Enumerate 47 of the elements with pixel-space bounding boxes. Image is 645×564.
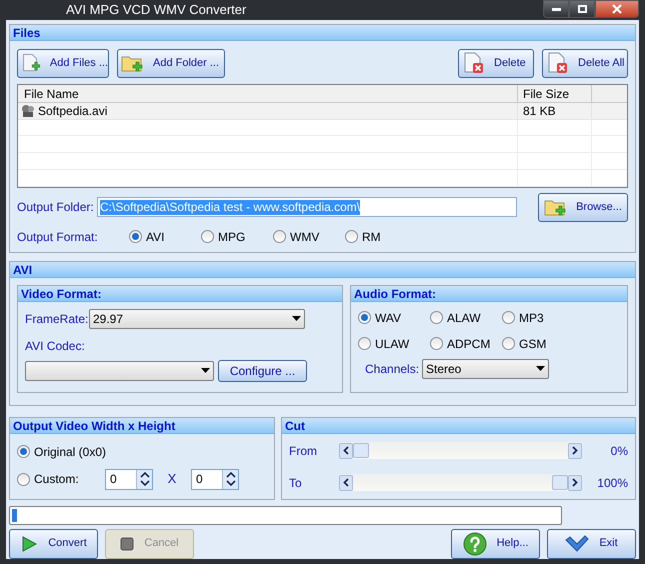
table-cell-text: 81 KB (523, 102, 556, 120)
radio-option[interactable]: AVI (129, 228, 201, 246)
dropdown[interactable]: Stereo (422, 358, 549, 378)
slider-label: To (289, 474, 303, 492)
table-cell-text: Softpedia.avi (38, 102, 108, 120)
field-label: AVI Codec: (25, 338, 86, 354)
panel-header: Cut (282, 418, 635, 434)
radio-option[interactable]: MPG (201, 228, 273, 246)
panel-header: Video Format: (18, 286, 342, 302)
toolbar-button[interactable]: Convert (9, 528, 98, 558)
dropdown[interactable]: 29.97 (89, 308, 305, 328)
field-label: Output Folder: (17, 199, 95, 216)
panel-header: Output Video Width x Height (10, 418, 274, 434)
radio-option[interactable]: GSM (502, 334, 562, 352)
slider-label: From (289, 442, 318, 460)
toolbar-button[interactable]: Help... (451, 528, 540, 558)
radio-option[interactable]: ULAW (358, 334, 430, 352)
toolbar-button[interactable]: Exit (547, 528, 636, 558)
panel-header: Audio Format: (351, 286, 627, 302)
radio-option[interactable]: ALAW (430, 308, 502, 326)
radio-option[interactable]: MP3 (502, 308, 562, 326)
radio-option[interactable]: Original (0x0) (17, 442, 267, 460)
spin-field[interactable]: 0 (105, 468, 153, 490)
radio-option[interactable]: RM (345, 228, 417, 246)
selected-text: C:\Softpedia\Softpedia test - www.softpedia.com\ (100, 200, 360, 214)
slider-reading: 0% (610, 442, 628, 460)
radio-option[interactable]: WAV (358, 308, 430, 326)
toolbar-button[interactable]: Add Files ... (17, 48, 109, 78)
configure-button[interactable]: Configure ... (218, 360, 307, 382)
radio-option[interactable]: Custom: (17, 470, 105, 488)
times-sign: X (166, 470, 178, 488)
column-header[interactable]: File Name (18, 84, 518, 102)
column-header[interactable]: File Size (518, 84, 592, 102)
field-label: Channels: (365, 360, 420, 378)
field-label: Output Format: (17, 228, 99, 246)
radio-option[interactable]: WMV (273, 228, 345, 246)
toolbar-button[interactable]: Delete All (542, 48, 628, 78)
panel-header: AVI (10, 262, 635, 278)
toolbar-button[interactable]: Add Folder ... (117, 48, 225, 78)
toolbar-button[interactable]: Browse... (538, 192, 628, 222)
field-label: FrameRate: (25, 310, 89, 328)
toolbar-button[interactable]: Delete (458, 48, 534, 78)
slider-reading: 100% (596, 474, 628, 492)
window-title: AVI MPG VCD WMV Converter (65, 1, 246, 19)
radio-option[interactable]: ADPCM (430, 334, 502, 352)
panel-header: Files (10, 24, 635, 40)
spin-field[interactable]: 0 (191, 468, 239, 490)
